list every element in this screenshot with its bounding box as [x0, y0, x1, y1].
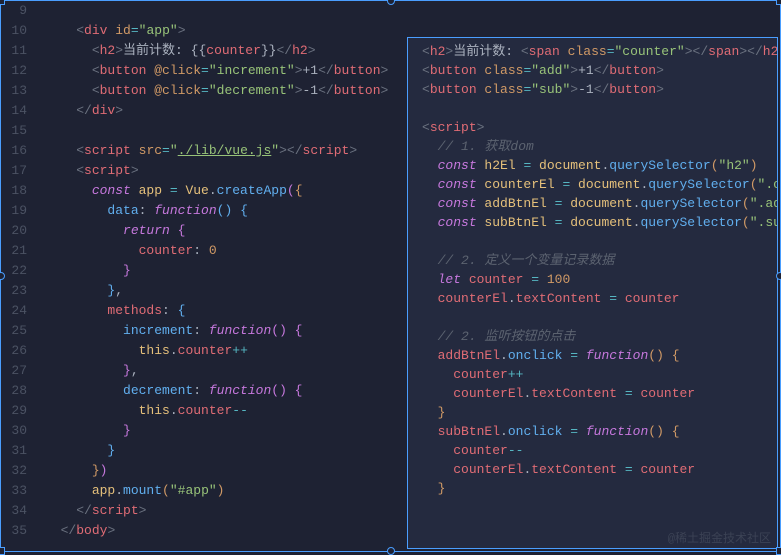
selection-handle[interactable]	[776, 0, 781, 5]
selection-handle[interactable]	[387, 0, 395, 5]
selection-handle[interactable]	[0, 547, 5, 555]
right-code-pane[interactable]: <h2>当前计数: <span class="counter"></span><…	[407, 37, 778, 549]
watermark: @稀土掘金技术社区	[668, 529, 771, 546]
left-code-pane[interactable]: <div id="app"> <h2>当前计数: {{counter}}</h2…	[37, 1, 407, 551]
selection-handle[interactable]	[776, 547, 781, 555]
line-number-gutter: 9101112131415161718192021222324252627282…	[1, 1, 37, 551]
selection-handle[interactable]	[776, 272, 781, 280]
selection-handle[interactable]	[0, 0, 5, 5]
selection-handle[interactable]	[387, 547, 395, 555]
code-editor[interactable]: 9101112131415161718192021222324252627282…	[0, 0, 781, 552]
